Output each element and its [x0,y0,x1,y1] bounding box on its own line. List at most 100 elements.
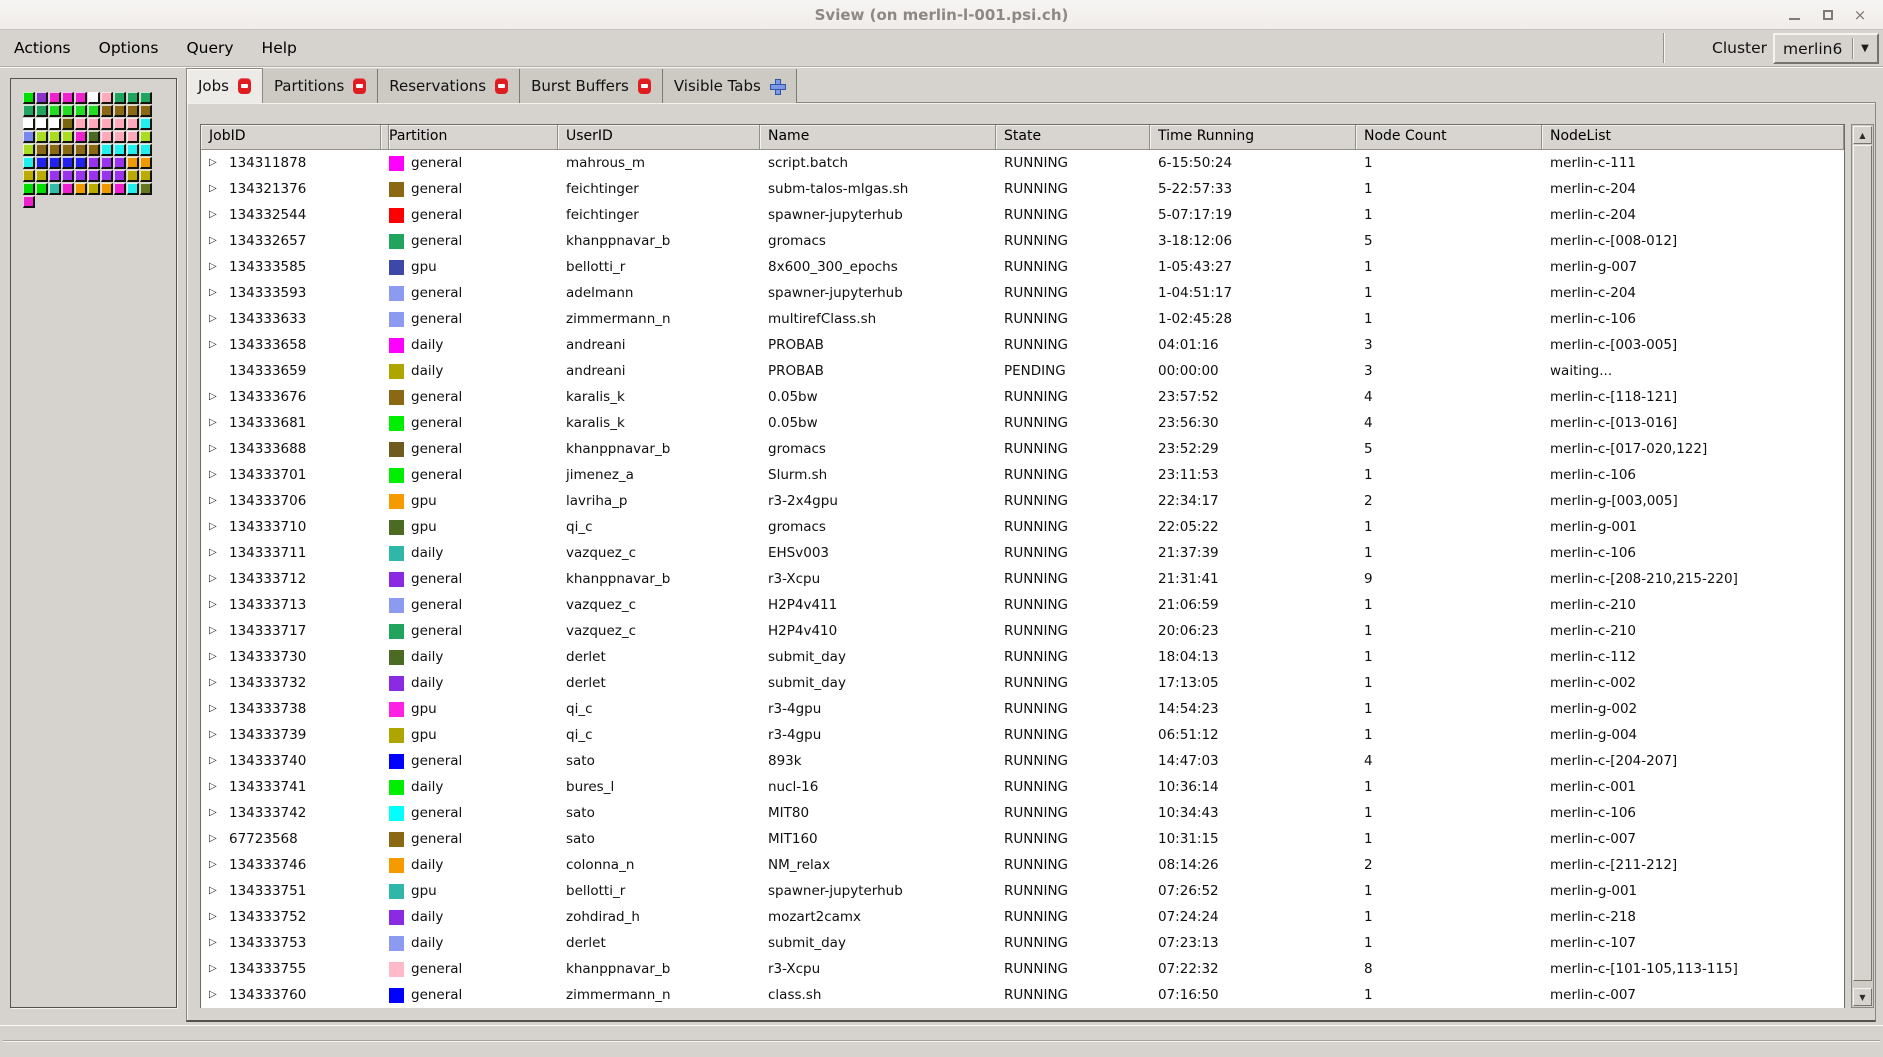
scroll-up-button[interactable]: ▲ [1853,126,1872,144]
node-state-square[interactable] [62,131,74,143]
node-state-square[interactable] [140,183,152,195]
add-tab-icon[interactable] [770,78,785,94]
node-state-square[interactable] [75,170,87,182]
row-expander-icon[interactable]: ▷ [209,339,229,350]
table-row[interactable]: ▷134333732 daily derlet submit_day RUNNI… [201,670,1844,696]
table-row[interactable]: ▷134333740 general sato 893k RUNNING 14:… [201,748,1844,774]
node-state-square[interactable] [101,92,113,104]
node-state-square[interactable] [127,118,139,130]
table-row[interactable]: ▷134332544 general feichtinger spawner-j… [201,202,1844,228]
menu-item-actions[interactable]: Actions [0,30,85,66]
row-expander-icon[interactable]: ▷ [209,391,229,402]
node-state-square[interactable] [127,144,139,156]
close-tab-icon[interactable] [495,78,508,94]
row-expander-icon[interactable]: ▷ [209,755,229,766]
row-expander-icon[interactable]: ▷ [209,937,229,948]
row-expander-icon[interactable]: ▷ [209,547,229,558]
table-row[interactable]: ▷67723568 general sato MIT160 RUNNING 10… [201,826,1844,852]
scrollbar-thumb[interactable] [1853,145,1872,981]
node-state-square[interactable] [36,183,48,195]
node-state-square[interactable] [140,105,152,117]
node-state-square[interactable] [36,105,48,117]
table-row[interactable]: ▷134333688 general khanppnavar_b gromacs… [201,436,1844,462]
node-state-square[interactable] [127,157,139,169]
row-expander-icon[interactable]: ▷ [209,651,229,662]
minimize-button[interactable] [1777,0,1811,30]
table-row[interactable]: ▷134333760 general zimmermann_n class.sh… [201,982,1844,1008]
close-tab-icon[interactable] [353,78,366,94]
node-state-square[interactable] [101,118,113,130]
node-state-square[interactable] [88,157,100,169]
node-state-square[interactable] [36,170,48,182]
node-state-square[interactable] [101,144,113,156]
node-state-square[interactable] [88,92,100,104]
row-expander-icon[interactable]: ▷ [209,911,229,922]
table-row[interactable]: ▷134333753 daily derlet submit_day RUNNI… [201,930,1844,956]
node-state-square[interactable] [62,118,74,130]
node-state-square[interactable] [88,105,100,117]
node-state-square[interactable] [127,105,139,117]
column-header-spacer[interactable] [381,125,389,150]
node-state-square[interactable] [23,92,35,104]
node-state-square[interactable] [62,92,74,104]
row-expander-icon[interactable]: ▷ [209,261,229,272]
node-state-square[interactable] [127,170,139,182]
node-state-square[interactable] [23,196,35,208]
table-row[interactable]: ▷134333730 daily derlet submit_day RUNNI… [201,644,1844,670]
row-expander-icon[interactable]: ▷ [209,807,229,818]
node-state-square[interactable] [140,131,152,143]
node-state-square[interactable] [88,118,100,130]
row-expander-icon[interactable]: ▷ [209,287,229,298]
node-state-square[interactable] [49,118,61,130]
node-state-square[interactable] [114,170,126,182]
node-state-square[interactable] [101,170,113,182]
node-state-square[interactable] [101,183,113,195]
node-state-square[interactable] [114,92,126,104]
node-state-square[interactable] [75,157,87,169]
node-state-square[interactable] [36,131,48,143]
node-state-square[interactable] [75,118,87,130]
table-row[interactable]: ▷134333742 general sato MIT80 RUNNING 10… [201,800,1844,826]
column-header-node-count[interactable]: Node Count [1356,125,1542,150]
row-expander-icon[interactable]: ▷ [209,157,229,168]
node-state-square[interactable] [127,183,139,195]
table-row[interactable]: ▷134333713 general vazquez_c H2P4v411 RU… [201,592,1844,618]
node-state-square[interactable] [88,183,100,195]
node-state-square[interactable] [23,131,35,143]
row-expander-icon[interactable]: ▷ [209,599,229,610]
menu-item-query[interactable]: Query [172,30,247,66]
node-state-square[interactable] [62,105,74,117]
row-expander-icon[interactable]: ▷ [209,417,229,428]
node-state-square[interactable] [23,183,35,195]
table-row[interactable]: ▷134333752 daily zohdirad_h mozart2camx … [201,904,1844,930]
node-state-square[interactable] [88,170,100,182]
node-state-square[interactable] [88,144,100,156]
table-row[interactable]: ▷134333717 general vazquez_c H2P4v410 RU… [201,618,1844,644]
node-state-square[interactable] [62,183,74,195]
row-expander-icon[interactable]: ▷ [209,495,229,506]
node-state-square[interactable] [62,144,74,156]
table-row[interactable]: ▷134333706 gpu lavriha_p r3-2x4gpu RUNNI… [201,488,1844,514]
node-state-square[interactable] [114,131,126,143]
node-state-square[interactable] [62,170,74,182]
node-state-square[interactable] [75,144,87,156]
node-state-square[interactable] [101,131,113,143]
node-state-square[interactable] [114,144,126,156]
node-state-square[interactable] [101,157,113,169]
node-state-square[interactable] [36,92,48,104]
node-state-square[interactable] [49,183,61,195]
node-state-square[interactable] [49,144,61,156]
vertical-scrollbar[interactable]: ▲ ▼ [1851,124,1874,1008]
row-expander-icon[interactable]: ▷ [209,313,229,324]
column-header-name[interactable]: Name [760,125,996,150]
menu-item-options[interactable]: Options [85,30,173,66]
row-expander-icon[interactable]: ▷ [209,781,229,792]
scroll-down-button[interactable]: ▼ [1853,988,1872,1006]
node-state-square[interactable] [114,157,126,169]
node-state-square[interactable] [140,157,152,169]
table-row[interactable]: 134333659 daily andreani PROBAB PENDING … [201,358,1844,384]
node-state-square[interactable] [75,105,87,117]
cluster-select[interactable]: merlin6 ▼ [1773,33,1879,64]
node-state-square[interactable] [49,105,61,117]
tab-burst-buffers[interactable]: Burst Buffers [520,69,663,103]
